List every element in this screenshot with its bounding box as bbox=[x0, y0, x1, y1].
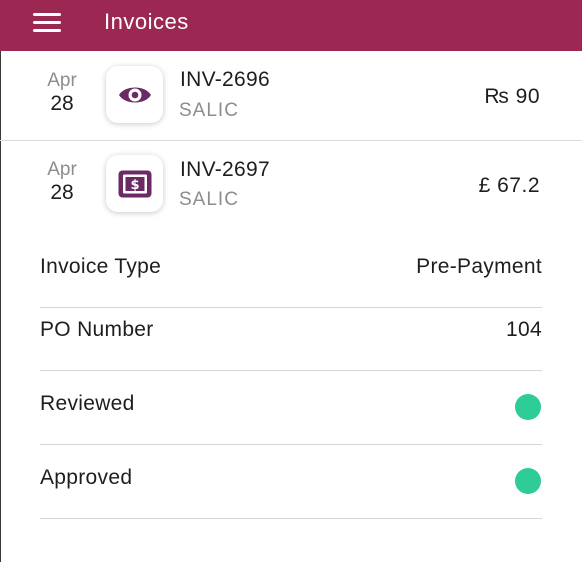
app-bar: Invoices bbox=[0, 0, 582, 51]
dollar-bill-icon[interactable]: $ bbox=[106, 155, 163, 212]
approved-label: Approved bbox=[40, 466, 133, 489]
invoice-row-inv-2696[interactable]: Apr 28 INV-2696 SALIC ₨ 90 bbox=[0, 52, 582, 141]
invoice-amount: £ 67.2 bbox=[478, 174, 540, 197]
invoice-date: Apr 28 bbox=[40, 70, 84, 116]
po-number-label: PO Number bbox=[40, 318, 154, 341]
invoice-type-label: Invoice Type bbox=[40, 255, 162, 278]
invoice-month: Apr bbox=[47, 70, 77, 91]
invoice-day: 28 bbox=[50, 181, 74, 204]
invoice-amount: ₨ 90 bbox=[484, 85, 540, 108]
invoice-month: Apr bbox=[47, 159, 77, 180]
approved-status-indicator bbox=[515, 468, 541, 494]
hamburger-menu-icon[interactable] bbox=[33, 11, 61, 33]
invoice-day: 28 bbox=[50, 92, 74, 115]
po-number-value: 104 bbox=[506, 318, 542, 341]
eye-icon[interactable] bbox=[106, 66, 163, 123]
reviewed-status-indicator bbox=[515, 394, 541, 420]
invoice-number: INV-2697 bbox=[180, 158, 270, 181]
invoice-vendor: SALIC bbox=[179, 100, 239, 121]
invoice-vendor: SALIC bbox=[179, 189, 239, 210]
invoice-type-value: Pre-Payment bbox=[416, 255, 542, 278]
page-title: Invoices bbox=[104, 9, 189, 34]
invoice-date: Apr 28 bbox=[40, 159, 84, 205]
approved-row: Approved bbox=[40, 446, 542, 519]
invoice-number: INV-2696 bbox=[180, 68, 270, 91]
reviewed-row: Reviewed bbox=[40, 372, 542, 445]
reviewed-label: Reviewed bbox=[40, 392, 135, 415]
svg-text:$: $ bbox=[130, 178, 139, 193]
po-number-row: PO Number 104 bbox=[40, 298, 542, 371]
invoice-row-inv-2697[interactable]: Apr 28 $ INV-2697 SALIC £ 67.2 bbox=[0, 141, 582, 229]
